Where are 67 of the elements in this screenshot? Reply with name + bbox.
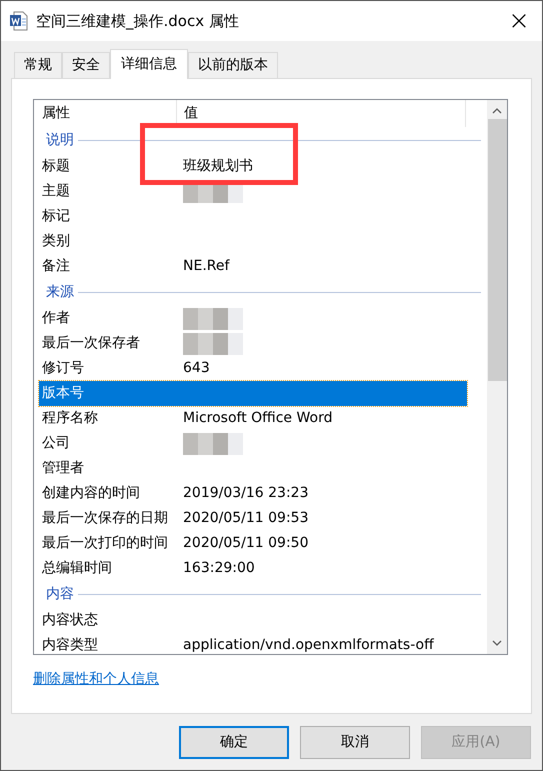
column-header[interactable]: 值 <box>177 100 466 127</box>
property-value: 643 <box>183 359 210 378</box>
property-row[interactable]: 作者 <box>39 306 467 331</box>
property-name: 类别 <box>41 232 71 251</box>
property-row[interactable]: 修订号 643 <box>39 356 467 381</box>
dialog-button[interactable]: 取消 <box>300 726 410 759</box>
property-row[interactable]: 最后一次保存的日期 2020/05/11 09:53 <box>39 506 467 531</box>
section-heading: 内容 <box>46 585 75 604</box>
property-row[interactable]: 内容状态 <box>39 608 467 633</box>
tab[interactable]: 详细信息 <box>110 49 188 79</box>
property-name: 作者 <box>41 309 71 328</box>
remove-properties-link[interactable]: 删除属性和个人信息 <box>33 669 159 690</box>
property-row[interactable]: 管理者 <box>39 456 467 481</box>
property-name: 创建内容的时间 <box>41 484 141 503</box>
property-name: 最后一次打印的时间 <box>41 534 169 553</box>
property-row[interactable]: 版本号 <box>39 381 467 406</box>
column-header[interactable]: 属性 <box>34 100 177 127</box>
property-row[interactable]: 内容类型 application/vnd.openxmlformats-off <box>39 633 467 654</box>
property-row[interactable]: 标记 <box>39 204 467 229</box>
property-name: 主题 <box>41 182 71 201</box>
property-name: 备注 <box>41 257 71 276</box>
property-name: 版本号 <box>41 384 85 403</box>
section-heading: 说明 <box>46 131 75 150</box>
property-row[interactable]: 标题 班级规划书 <box>39 154 467 179</box>
close-button[interactable]: × <box>496 2 542 40</box>
property-row[interactable]: 公司 <box>39 431 467 456</box>
blurred-value <box>183 333 243 355</box>
property-row[interactable]: 最后一次打印的时间 2020/05/11 09:50 <box>39 531 467 556</box>
property-row[interactable]: 总编辑时间 163:29:00 <box>39 556 467 581</box>
property-row[interactable]: 最后一次保存者 <box>39 331 467 356</box>
scroll-up-icon[interactable] <box>492 108 502 114</box>
property-name: 程序名称 <box>41 409 99 428</box>
property-name: 标记 <box>41 207 71 226</box>
document-icon <box>10 11 28 31</box>
property-row[interactable]: 备注 NE.Ref <box>39 254 467 279</box>
property-name: 内容类型 <box>41 636 99 654</box>
section-heading: 来源 <box>46 283 75 302</box>
property-name: 管理者 <box>41 459 85 478</box>
property-name: 标题 <box>41 157 71 176</box>
blurred-value <box>183 308 243 330</box>
property-name: 公司 <box>41 434 71 453</box>
property-row[interactable]: 创建内容的时间 2019/03/16 23:23 <box>39 481 467 506</box>
property-name: 内容状态 <box>41 611 99 630</box>
tab[interactable]: 常规 <box>14 52 62 78</box>
property-value: 2019/03/16 23:23 <box>183 484 308 503</box>
tab[interactable]: 安全 <box>62 52 110 78</box>
scrollbar-thumb[interactable] <box>488 119 506 381</box>
window-title: 空间三维建模_操作.docx 属性 <box>36 10 239 32</box>
property-name: 总编辑时间 <box>41 559 113 578</box>
property-row[interactable]: 类别 <box>39 229 467 254</box>
property-name: 修订号 <box>41 359 85 378</box>
scroll-down-icon[interactable] <box>492 640 502 646</box>
property-value: 班级规划书 <box>183 157 253 176</box>
property-value: 2020/05/11 09:50 <box>183 534 308 553</box>
property-value: Microsoft Office Word <box>183 409 332 428</box>
property-value: 163:29:00 <box>183 559 255 578</box>
property-name: 最后一次保存的日期 <box>41 509 169 528</box>
property-row[interactable]: 程序名称 Microsoft Office Word <box>39 406 467 431</box>
dialog-button[interactable]: 确定 <box>179 726 289 759</box>
property-name: 最后一次保存者 <box>41 334 141 353</box>
scrollbar[interactable] <box>487 100 507 654</box>
property-value: application/vnd.openxmlformats-off <box>183 636 434 654</box>
blurred-value <box>183 433 243 455</box>
property-row[interactable]: 主题 <box>39 179 467 204</box>
tab[interactable]: 以前的版本 <box>188 52 278 78</box>
property-value: 2020/05/11 09:53 <box>183 509 308 528</box>
property-value: NE.Ref <box>183 257 230 276</box>
